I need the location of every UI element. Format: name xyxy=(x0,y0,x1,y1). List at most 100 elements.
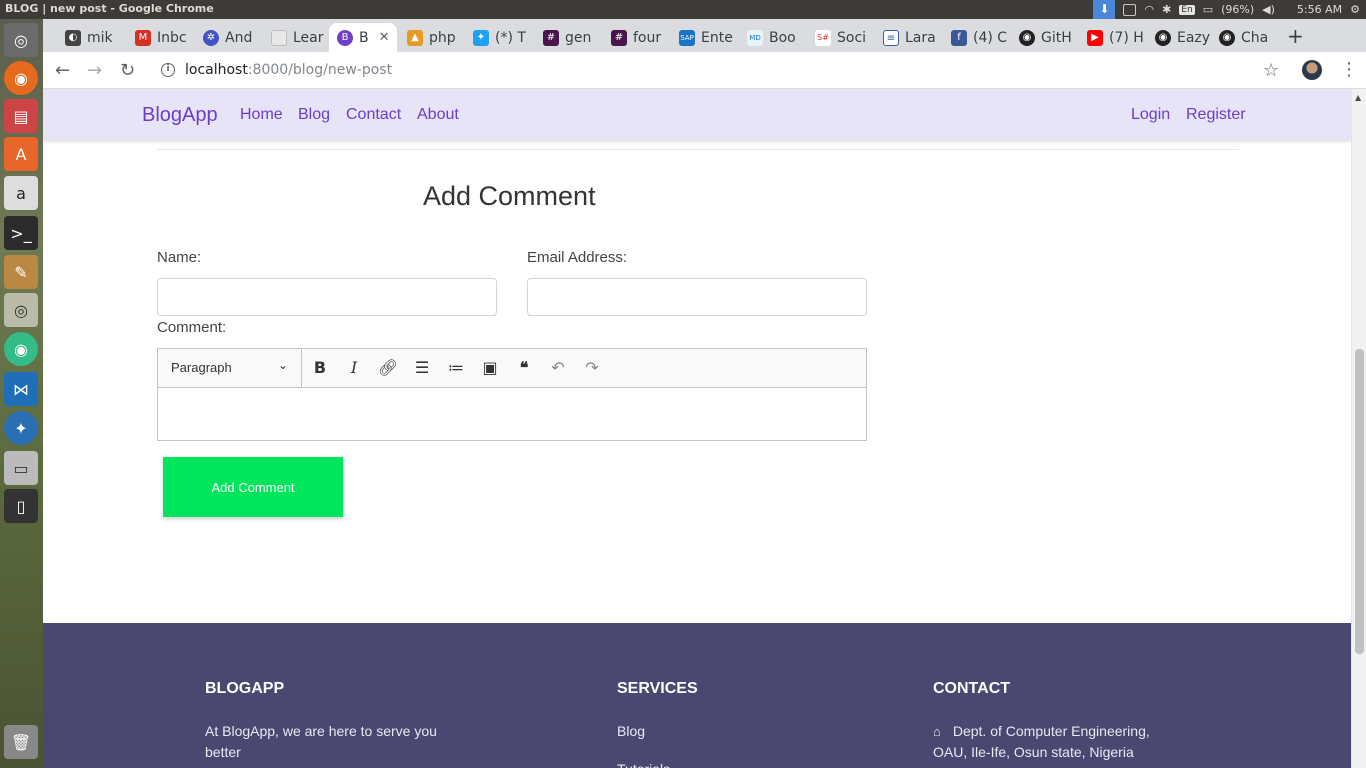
tab[interactable]: MD Boo xyxy=(739,23,807,52)
bulleted-list-icon[interactable]: ☰ xyxy=(411,357,433,379)
files-icon[interactable]: ▤ xyxy=(4,99,38,133)
redo-icon[interactable]: ↷ xyxy=(581,357,603,379)
page-scrollbar[interactable]: ▲ xyxy=(1351,89,1366,768)
email-input[interactable] xyxy=(527,278,867,316)
page-icon xyxy=(271,29,287,46)
bookmark-star-icon[interactable]: ☆ xyxy=(1263,60,1279,81)
italic-icon[interactable]: I xyxy=(343,357,365,379)
tab-label: And xyxy=(225,29,253,46)
tab-label: (4) C xyxy=(973,29,1008,46)
battery-icon[interactable]: ▭ xyxy=(1203,3,1213,16)
nav-login[interactable]: Login xyxy=(1131,106,1170,124)
nav-blog[interactable]: Blog xyxy=(298,106,330,124)
wifi-icon[interactable]: ◠ xyxy=(1144,3,1154,16)
tab[interactable]: S# Soci xyxy=(807,23,875,52)
chrome-icon[interactable]: ◉ xyxy=(4,332,38,366)
twitter-icon: ✦ xyxy=(473,29,489,46)
tab-label: GitH xyxy=(1041,29,1072,46)
blockquote-icon[interactable]: ❝ xyxy=(513,357,535,379)
software-center-icon[interactable]: A xyxy=(4,137,38,171)
numbered-list-icon[interactable]: ≔ xyxy=(445,357,467,379)
battery-percent[interactable]: (96%) xyxy=(1221,3,1254,16)
tab[interactable]: ◉ Cha xyxy=(1211,23,1277,52)
volume-icon[interactable]: ◀) xyxy=(1262,3,1275,16)
download-icon[interactable]: ⬇ xyxy=(1093,0,1116,19)
tab[interactable]: ≡ Lara xyxy=(875,23,943,52)
amazon-icon[interactable]: a xyxy=(4,176,38,210)
site-icon: ◐ xyxy=(65,29,81,46)
disk-icon[interactable]: ◎ xyxy=(4,293,38,327)
grid-icon[interactable] xyxy=(1123,3,1137,16)
tab[interactable]: Lear xyxy=(263,23,329,52)
github-icon: ◉ xyxy=(1019,29,1035,46)
toolbar: ← → ↻ i localhost:8000/blog/new-post ☆ ⋮ xyxy=(43,52,1366,89)
tab[interactable]: f (4) C xyxy=(943,23,1011,52)
name-label: Name: xyxy=(157,249,202,266)
sap-icon: SAP xyxy=(679,29,695,46)
dash-home-icon[interactable]: ◎ xyxy=(4,23,38,57)
link-icon[interactable]: 🔗︎ xyxy=(377,357,399,379)
add-comment-button[interactable]: Add Comment xyxy=(163,457,343,517)
system-settings-icon[interactable]: ✎ xyxy=(4,255,38,289)
settings-gear-icon[interactable]: ⚙ xyxy=(1350,3,1360,16)
site-icon: ▲ xyxy=(407,29,423,46)
image-icon[interactable]: ▣ xyxy=(479,357,501,379)
footer-services-link-tutorials[interactable]: Tutorials xyxy=(617,759,670,768)
divider xyxy=(157,149,1239,150)
profile-avatar[interactable] xyxy=(1302,60,1322,80)
forward-arrow-icon[interactable]: → xyxy=(87,60,102,81)
name-input[interactable] xyxy=(157,278,497,316)
tab[interactable]: ✦ (*) T xyxy=(465,23,535,52)
scrollbar-thumb[interactable] xyxy=(1355,349,1364,654)
address-bar[interactable]: localhost:8000/blog/new-post xyxy=(185,62,392,78)
terminal-icon[interactable]: >_ xyxy=(4,216,38,250)
tab[interactable]: ◉ Eazy xyxy=(1147,23,1211,52)
tab[interactable]: ✲ And xyxy=(195,23,263,52)
tab-label: Eazy xyxy=(1177,29,1211,46)
tab[interactable]: ◐ mik xyxy=(57,23,127,52)
accessibility-icon[interactable]: ✦ xyxy=(4,411,38,445)
site-footer: BLOGAPP At BlogApp, we are here to serve… xyxy=(43,623,1351,768)
tab-active[interactable]: B B ✕ xyxy=(329,23,397,52)
firefox-icon[interactable]: ◉ xyxy=(4,61,38,95)
trash-icon[interactable]: 🗑 xyxy=(4,725,38,759)
new-tab-icon[interactable]: + xyxy=(1287,24,1304,48)
site-icon: ✲ xyxy=(203,29,219,46)
vscode-icon[interactable]: ⋈ xyxy=(4,372,38,406)
footer-contact-address: Dept. of Computer Engineering, OAU, Ile-… xyxy=(933,723,1150,760)
home-icon: ⌂ xyxy=(933,724,941,739)
site-info-icon[interactable]: i xyxy=(161,63,175,77)
heading-dropdown[interactable]: Paragraph ⌄ xyxy=(158,349,302,387)
editor-content-area[interactable] xyxy=(158,388,866,440)
footer-services-link-blog[interactable]: Blog xyxy=(617,721,645,742)
nav-about[interactable]: About xyxy=(417,106,459,124)
tab[interactable]: # four xyxy=(603,23,671,52)
window-title: BLOG | new post - Google Chrome xyxy=(5,2,214,15)
brand-logo[interactable]: BlogApp xyxy=(142,104,218,127)
bluetooth-icon[interactable]: ✱ xyxy=(1162,3,1171,16)
keyboard-layout[interactable]: En xyxy=(1179,4,1195,15)
more-menu-icon[interactable]: ⋮ xyxy=(1340,59,1358,80)
tab[interactable]: M Inbc xyxy=(127,23,195,52)
page-viewport: BlogApp Home Blog Contact About Login Re… xyxy=(43,89,1351,768)
tab-label: (*) T xyxy=(495,29,526,46)
nav-register[interactable]: Register xyxy=(1186,106,1246,124)
tab[interactable]: ▲ php xyxy=(399,23,465,52)
nav-home[interactable]: Home xyxy=(240,106,283,124)
clock[interactable]: 5:56 AM xyxy=(1297,3,1342,16)
scroll-up-icon[interactable]: ▲ xyxy=(1355,93,1361,102)
reload-icon[interactable]: ↻ xyxy=(120,60,135,81)
tab[interactable]: ▶ (7) H xyxy=(1079,23,1147,52)
tab[interactable]: SAP Ente xyxy=(671,23,739,52)
tab[interactable]: # gen xyxy=(535,23,603,52)
github-icon: ◉ xyxy=(1155,29,1171,46)
back-arrow-icon[interactable]: ← xyxy=(55,60,70,81)
site-icon: MD xyxy=(747,29,763,46)
tab[interactable]: ◉ GitH xyxy=(1011,23,1079,52)
undo-icon[interactable]: ↶ xyxy=(547,357,569,379)
bold-icon[interactable]: B xyxy=(309,357,331,379)
close-tab-icon[interactable]: ✕ xyxy=(379,30,390,45)
nav-contact[interactable]: Contact xyxy=(346,106,401,124)
drive-icon[interactable]: ▭ xyxy=(4,451,38,485)
device-icon[interactable]: ▯ xyxy=(4,489,38,523)
